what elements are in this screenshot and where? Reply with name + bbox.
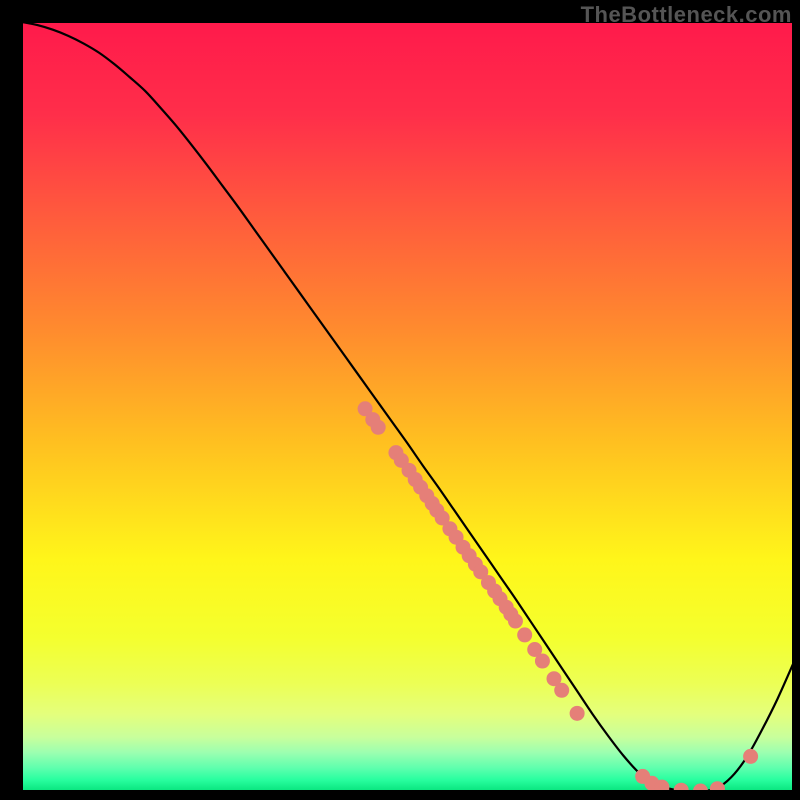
data-point: [508, 614, 523, 629]
chart-svg: [0, 0, 800, 800]
watermark-text: TheBottleneck.com: [581, 2, 792, 28]
data-point: [554, 683, 569, 698]
data-point: [710, 781, 725, 796]
data-point: [371, 420, 386, 435]
data-point: [743, 749, 758, 764]
data-point: [570, 706, 585, 721]
chart-container: TheBottleneck.com: [0, 0, 800, 800]
data-point: [654, 780, 669, 795]
data-point: [517, 627, 532, 642]
data-point: [535, 654, 550, 669]
gradient-background: [22, 22, 793, 791]
